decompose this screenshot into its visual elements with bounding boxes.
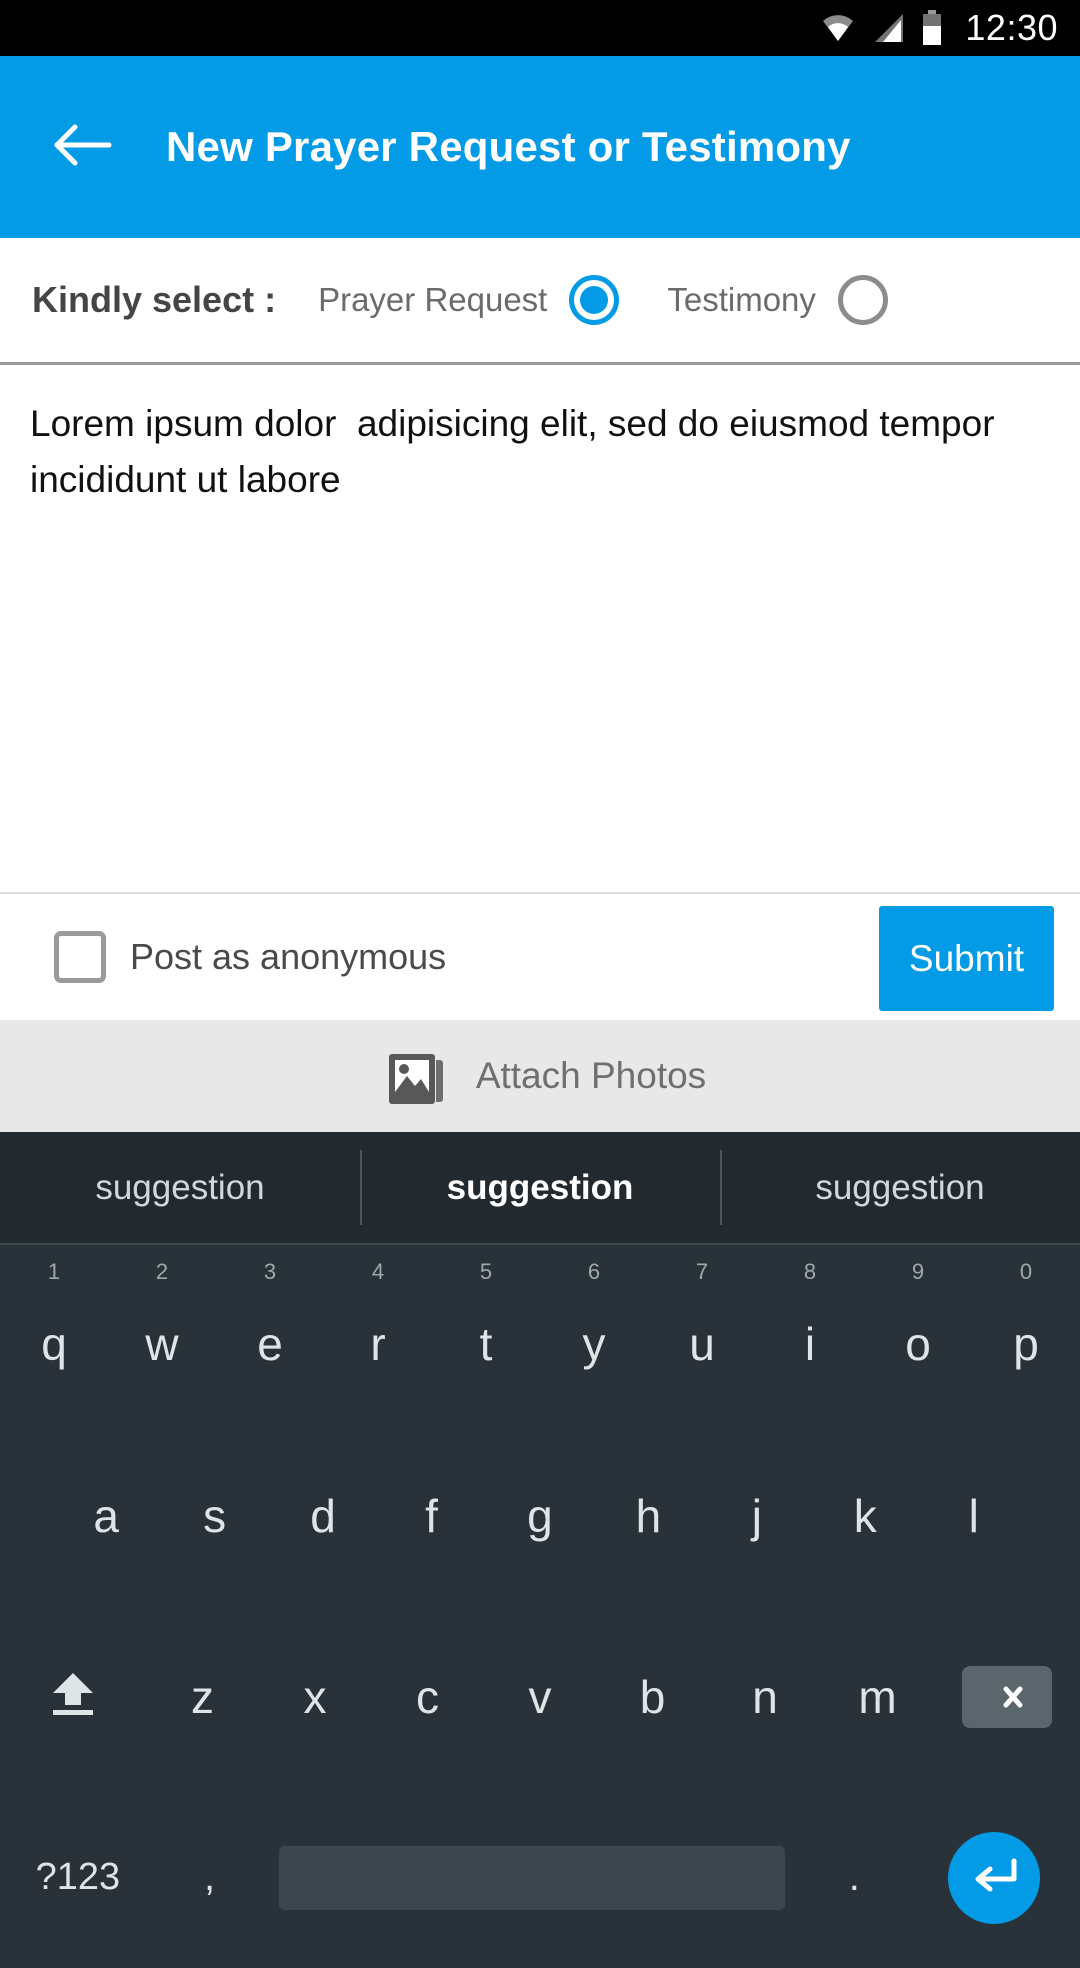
key-q-letter: q (41, 1318, 67, 1371)
key-a[interactable]: a (52, 1426, 160, 1607)
compose-area[interactable]: Lorem ipsum dolor adipisicing elit, sed … (0, 368, 1080, 892)
key-t-number: 5 (479, 1259, 493, 1284)
key-r-number: 4 (371, 1259, 385, 1284)
key-u[interactable]: 7 u (648, 1245, 756, 1426)
key-w[interactable]: 2 w (108, 1245, 216, 1426)
cell-signal-icon (871, 12, 905, 44)
suggestion-item-3[interactable]: suggestion (720, 1132, 1080, 1243)
key-i-number: 8 (803, 1259, 817, 1284)
key-w-number: 2 (155, 1259, 169, 1284)
key-p-number: 0 (1019, 1259, 1033, 1284)
radio-prayer-request[interactable] (569, 275, 620, 325)
key-z[interactable]: z (146, 1607, 259, 1788)
photo-stack-icon (374, 1040, 450, 1113)
key-u-letter: u (689, 1318, 715, 1371)
anonymous-checkbox[interactable] (54, 931, 106, 983)
key-p[interactable]: 0 p (972, 1245, 1080, 1426)
suggestion-item-2[interactable]: suggestion (360, 1132, 720, 1243)
key-w-letter: w (145, 1318, 179, 1371)
key-c[interactable]: c (371, 1607, 484, 1788)
key-y-number: 6 (587, 1259, 601, 1284)
key-o-number: 9 (911, 1259, 925, 1284)
key-e-letter: e (257, 1318, 283, 1371)
radio-option-testimony-label: Testimony (667, 281, 816, 318)
status-bar: 12:30 (0, 0, 1080, 56)
radio-group: Prayer Request Testimony (318, 275, 888, 325)
keyboard-row-4: ?123 , . (0, 1787, 1080, 1968)
kindly-select-label: Kindly select : (32, 279, 277, 320)
key-x[interactable]: x (259, 1607, 372, 1788)
key-f[interactable]: f (377, 1426, 485, 1607)
shift-key[interactable] (0, 1607, 146, 1788)
post-as-anonymous-toggle[interactable]: Post as anonymous (54, 931, 446, 983)
key-t-letter: t (479, 1318, 493, 1371)
attach-photos-label: Attach Photos (475, 1055, 707, 1096)
radio-option-prayer-request-label: Prayer Request (318, 281, 548, 318)
action-row: Post as anonymous Submit (0, 892, 1080, 1020)
keyboard-row-1: 1 q 2 w 3 e 4 r 5 t 6 y 7 u 8 i 9 o 0 p (0, 1245, 1080, 1426)
radio-option-testimony[interactable]: Testimony (667, 275, 888, 325)
submit-button[interactable]: Submit (879, 906, 1054, 1011)
back-button[interactable] (28, 92, 138, 202)
key-k[interactable]: k (811, 1426, 919, 1607)
anonymous-label: Post as anonymous (130, 936, 447, 977)
attach-photos-button[interactable]: Attach Photos (0, 1020, 1080, 1132)
key-r-letter: r (370, 1318, 386, 1371)
key-y-letter: y (582, 1318, 606, 1371)
key-y[interactable]: 6 y (540, 1245, 648, 1426)
key-s[interactable]: s (160, 1426, 268, 1607)
on-screen-keyboard: 1 q 2 w 3 e 4 r 5 t 6 y 7 u 8 i 9 o 0 p … (0, 1245, 1080, 1968)
keyboard-row-2: a s d f g h j k l (0, 1426, 1080, 1607)
suggestion-item-1[interactable]: suggestion (0, 1132, 360, 1243)
symbols-key[interactable]: ?123 (0, 1787, 156, 1968)
key-t[interactable]: 5 t (432, 1245, 540, 1426)
backspace-key[interactable] (934, 1607, 1080, 1788)
space-key[interactable] (263, 1787, 800, 1968)
backspace-icon (961, 1665, 1052, 1728)
arrow-left-icon (53, 123, 113, 172)
key-e[interactable]: 3 e (216, 1245, 324, 1426)
wifi-icon (821, 13, 855, 43)
status-time: 12:30 (965, 7, 1058, 48)
key-n[interactable]: n (709, 1607, 822, 1788)
radio-testimony[interactable] (837, 275, 888, 325)
type-select-row: Kindly select : Prayer Request Testimony (0, 238, 1080, 365)
key-i[interactable]: 8 i (756, 1245, 864, 1426)
space-bar-surface (279, 1845, 785, 1910)
key-r[interactable]: 4 r (324, 1245, 432, 1426)
key-m[interactable]: m (821, 1607, 934, 1788)
key-p-letter: p (1013, 1318, 1039, 1371)
key-o[interactable]: 9 o (864, 1245, 972, 1426)
app-bar: New Prayer Request or Testimony (0, 56, 1080, 238)
period-key[interactable]: . (801, 1787, 908, 1968)
key-l[interactable]: l (920, 1426, 1028, 1607)
shift-up-icon (45, 1663, 101, 1730)
key-o-letter: o (905, 1318, 931, 1371)
radio-option-prayer-request[interactable]: Prayer Request (318, 275, 620, 325)
page-title: New Prayer Request or Testimony (166, 123, 851, 170)
compose-text-input[interactable]: Lorem ipsum dolor adipisicing elit, sed … (30, 396, 1050, 508)
key-q-number: 1 (47, 1259, 61, 1284)
keyboard-row-3: z x c v b n m (0, 1607, 1080, 1788)
key-e-number: 3 (263, 1259, 277, 1284)
key-g[interactable]: g (486, 1426, 594, 1607)
phone-screen: 12:30 New Prayer Request or Testimony Ki… (0, 0, 1080, 1968)
suggestion-bar: suggestion suggestion suggestion (0, 1132, 1080, 1245)
comma-key[interactable]: , (156, 1787, 263, 1968)
key-u-number: 7 (695, 1259, 709, 1284)
key-j[interactable]: j (703, 1426, 811, 1607)
key-i-letter: i (804, 1318, 816, 1371)
enter-return-icon (948, 1831, 1041, 1924)
key-v[interactable]: v (484, 1607, 597, 1788)
battery-icon (921, 10, 943, 46)
key-q[interactable]: 1 q (0, 1245, 108, 1426)
key-h[interactable]: h (594, 1426, 702, 1607)
key-d[interactable]: d (269, 1426, 377, 1607)
key-b[interactable]: b (596, 1607, 709, 1788)
enter-key[interactable] (908, 1787, 1080, 1968)
